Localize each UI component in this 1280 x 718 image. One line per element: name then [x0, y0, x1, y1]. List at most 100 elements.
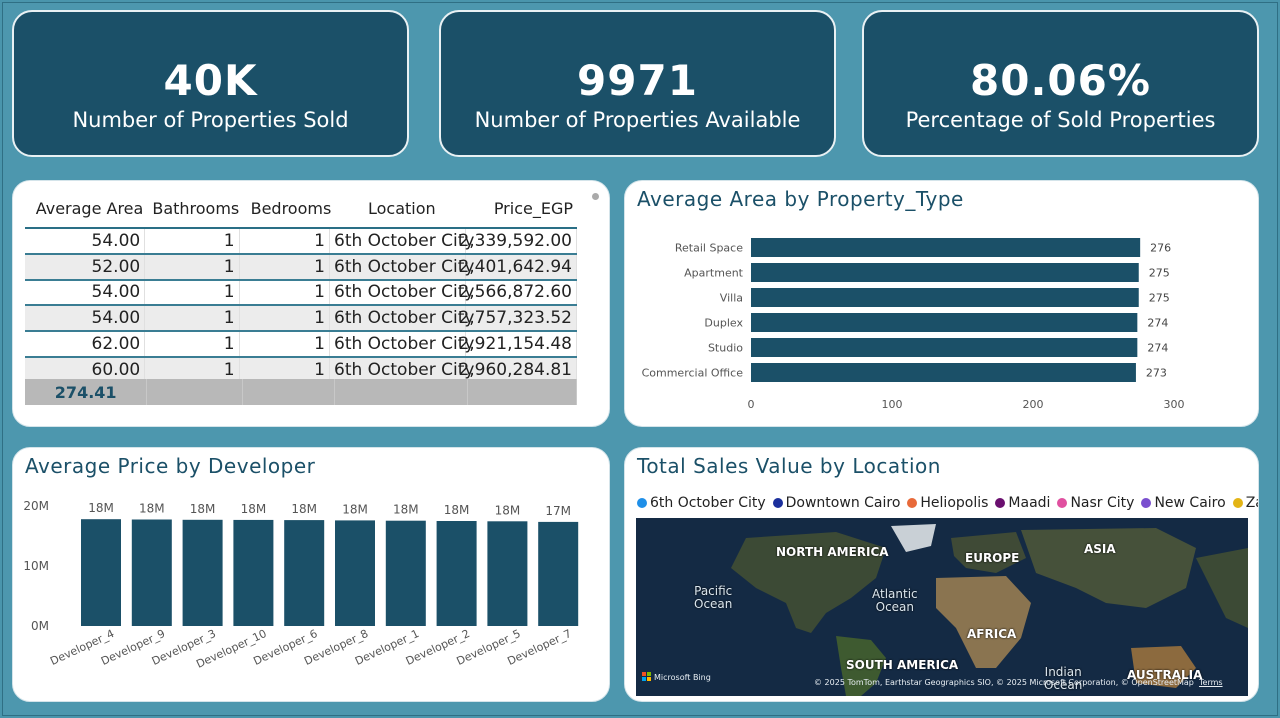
table-cell: 54.00 — [25, 280, 146, 305]
legend-label: Zayed City — [1245, 495, 1258, 511]
property-table-card[interactable]: Average Area Bathrooms Bedrooms Location… — [12, 180, 610, 427]
legend-item[interactable]: Zayed City — [1232, 495, 1258, 511]
map-label-north-america: NORTH AMERICA — [776, 545, 889, 559]
bar — [751, 363, 1136, 382]
price-chart-card[interactable]: Average Price by Developer 0M 10M 20M 18M De… — [12, 447, 610, 702]
legend-dot-icon — [907, 498, 918, 508]
bar — [284, 520, 325, 626]
category-label: Duplex — [704, 317, 743, 330]
bar — [751, 263, 1139, 282]
table-cell: 52.00 — [25, 254, 146, 279]
bar — [751, 238, 1141, 257]
bar — [487, 521, 528, 626]
legend-label: Nasr City — [1070, 495, 1135, 511]
table-row[interactable]: 54.00 1 1 6th October City 2,566,872.60 — [25, 280, 577, 307]
column-header-average-area[interactable]: Average Area — [25, 199, 147, 218]
category-label: Studio — [708, 342, 743, 355]
price-chart-plot: 0M10M20M 18MDeveloper_418MDeveloper_918MD… — [23, 499, 579, 671]
bar — [81, 519, 121, 626]
data-label: 18M — [444, 503, 470, 517]
table-body[interactable]: 54.00 1 1 6th October City 2,339,592.00 52.00… — [25, 229, 577, 379]
kpi-card-available[interactable]: 9971 Number of Properties Available — [439, 10, 836, 157]
table-cell: 2,401,642.94 — [458, 254, 577, 279]
world-map[interactable]: NORTH AMERICA EUROPE ASIA Pacific Ocean A… — [636, 518, 1248, 696]
table-total-row: 274.41 — [25, 379, 578, 405]
bar — [335, 520, 375, 626]
legend-label: Maadi — [1008, 495, 1051, 511]
property-table: Average Area Bathrooms Bedrooms Location… — [25, 189, 578, 405]
table-cell: 1 — [145, 229, 240, 253]
table-cell: 1 — [240, 229, 330, 253]
kpi-card-sold[interactable]: 40K Number of Properties Sold — [12, 10, 409, 157]
total-average-area: 274.41 — [25, 379, 148, 405]
kpi-value: 80.06% — [970, 56, 1151, 105]
kpi-label: Number of Properties Available — [474, 108, 801, 132]
table-cell: 1 — [145, 357, 240, 379]
legend-dot-icon — [772, 498, 783, 508]
category-label: Retail Space — [675, 242, 743, 255]
column-header-price[interactable]: Price_EGP — [468, 199, 577, 218]
map-label-south-america: SOUTH AMERICA — [846, 658, 959, 672]
legend-item[interactable]: Downtown Cairo — [772, 495, 901, 511]
legend-item[interactable]: New Cairo — [1141, 495, 1226, 511]
table-row[interactable]: 52.00 1 1 6th October City 2,401,642.94 — [25, 254, 577, 281]
data-label: 274 — [1147, 342, 1168, 355]
bar — [751, 288, 1139, 307]
table-cell: 6th October City — [330, 254, 474, 279]
total-cell-empty — [468, 379, 578, 405]
tick-label: 100 — [882, 398, 903, 411]
tick-label: 300 — [1164, 398, 1185, 411]
column-header-bathrooms[interactable]: Bathrooms — [147, 199, 243, 218]
bar — [182, 519, 223, 626]
legend-label: Downtown Cairo — [785, 495, 901, 511]
legend-label: New Cairo — [1154, 495, 1226, 511]
total-cell-empty — [335, 379, 469, 405]
tick-label: 0M — [31, 619, 49, 633]
bar — [131, 519, 172, 626]
legend-label: Heliopolis — [920, 495, 989, 511]
legend-item[interactable]: Nasr City — [1057, 495, 1134, 511]
table-row[interactable]: 62.00 1 1 6th October City 2,921,154.48 — [25, 332, 577, 358]
bar — [385, 520, 426, 626]
map-attribution: © 2025 TomTom, Earthstar Geographics SIO… — [814, 678, 1194, 687]
data-label: 18M — [291, 502, 317, 516]
table-cell: 60.00 — [25, 357, 146, 379]
map-label-africa: AFRICA — [967, 627, 1017, 641]
table-row[interactable]: 54.00 1 1 6th October City 2,757,323.52 — [25, 306, 577, 333]
table-cell: 6th October City — [330, 280, 474, 305]
table-row[interactable]: 60.00 1 1 6th October City 2,960,284.81 — [25, 357, 577, 379]
tick-label: 200 — [1023, 398, 1044, 411]
map-label-europe: EUROPE — [965, 551, 1020, 565]
table-cell: 1 — [145, 280, 240, 305]
column-header-location[interactable]: Location — [335, 199, 468, 218]
terms-link[interactable]: Terms — [1199, 678, 1223, 687]
map-card[interactable]: Total Sales Value by Location 6th Octobe… — [624, 447, 1259, 702]
table-cell: 1 — [145, 332, 240, 356]
scrollbar-thumb[interactable] — [592, 193, 599, 200]
column-header-bedrooms[interactable]: Bedrooms — [243, 199, 335, 218]
legend-label: 6th October City — [650, 495, 766, 511]
bar — [436, 521, 477, 626]
kpi-card-percentage[interactable]: 80.06% Percentage of Sold Properties — [862, 10, 1259, 157]
data-label: 18M — [139, 502, 165, 516]
kpi-label: Percentage of Sold Properties — [905, 108, 1216, 132]
data-label: 18M — [342, 502, 368, 516]
data-label: 275 — [1149, 267, 1170, 280]
table-cell: 6th October City — [330, 229, 474, 253]
legend-dot-icon — [1141, 498, 1152, 508]
table-row[interactable]: 54.00 1 1 6th October City 2,339,592.00 — [25, 229, 577, 255]
data-label: 273 — [1146, 367, 1167, 380]
table-cell: 1 — [240, 332, 330, 356]
category-label: Villa — [720, 292, 743, 305]
area-chart-card[interactable]: Average Area by Property_Type Retail Spa… — [624, 180, 1259, 427]
legend-item[interactable]: Maadi — [995, 495, 1050, 511]
table-header: Average Area Bathrooms Bedrooms Location… — [25, 189, 577, 229]
table-cell: 6th October City — [330, 306, 474, 331]
bar — [538, 521, 579, 626]
legend-dot-icon — [1232, 498, 1243, 508]
legend-item[interactable]: 6th October City — [637, 495, 766, 511]
table-cell: 54.00 — [25, 306, 146, 331]
table-cell: 1 — [240, 280, 330, 305]
total-cell-empty — [147, 379, 244, 405]
legend-item[interactable]: Heliopolis — [907, 495, 988, 511]
